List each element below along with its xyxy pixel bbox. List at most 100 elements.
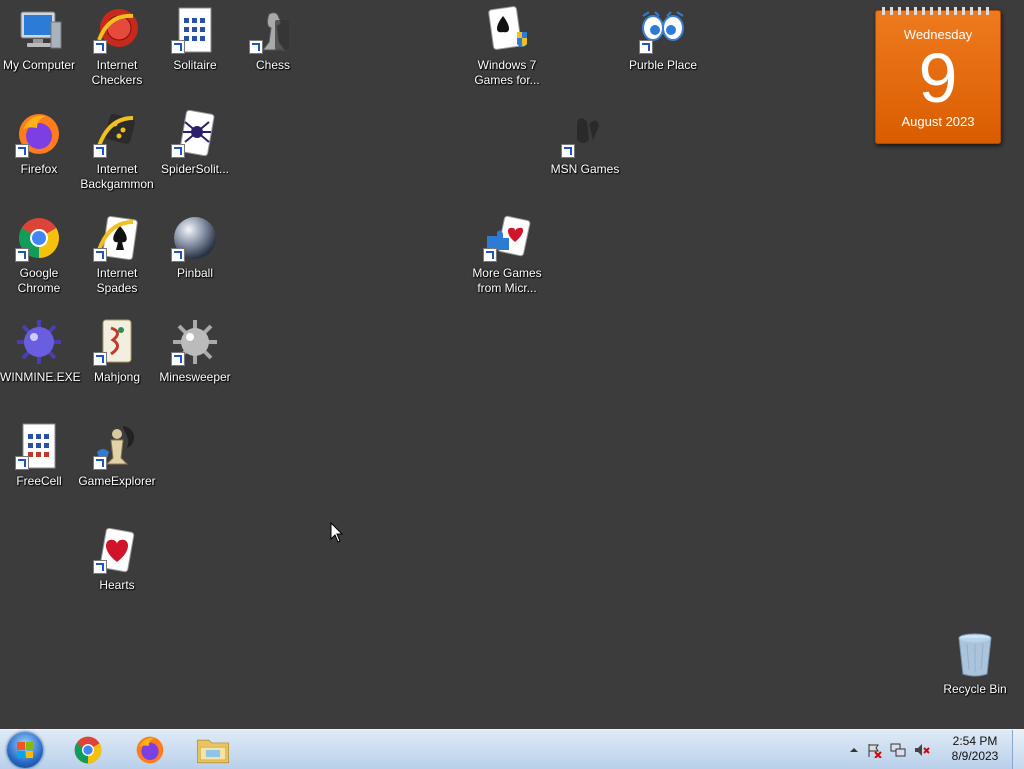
shortcut-arrow-icon	[171, 144, 185, 158]
taskbar: 2:54 PM 8/9/2023	[0, 729, 1024, 769]
shortcut-arrow-icon	[93, 248, 107, 262]
taskbar-pin-firefox[interactable]	[122, 732, 178, 768]
volume-muted-icon[interactable]	[914, 742, 930, 758]
taskbar-pin-file-explorer[interactable]	[184, 732, 240, 768]
icon-label: Minesweeper	[159, 370, 231, 384]
desktop-icon-my-computer[interactable]: My Computer	[0, 0, 78, 73]
checkers-icon	[93, 6, 141, 54]
mine-icon	[15, 318, 63, 366]
recycle-bin-icon	[951, 630, 999, 678]
desktop-icon-purble-place[interactable]: Purble Place	[624, 0, 702, 73]
shortcut-arrow-icon	[93, 144, 107, 158]
windows-logo-icon	[17, 742, 33, 758]
freecell-icon	[15, 422, 63, 470]
network-icon[interactable]	[890, 742, 906, 758]
icon-label: Hearts	[99, 578, 135, 592]
shortcut-arrow-icon	[15, 248, 29, 262]
icon-label: Internet Checkers	[91, 58, 143, 87]
shortcut-arrow-icon	[171, 40, 185, 54]
game-explorer-icon	[93, 422, 141, 470]
mahjong-icon	[93, 318, 141, 366]
pinball-icon	[171, 214, 219, 262]
calendar-gadget[interactable]: Wednesday 9 August 2023	[875, 7, 1001, 144]
icon-label: WINMINE.EXE	[0, 370, 81, 384]
icon-label: Firefox	[20, 162, 58, 176]
chrome-icon	[74, 736, 102, 764]
shortcut-arrow-icon	[171, 352, 185, 366]
desktop-icon-winmine[interactable]: WINMINE.EXE	[0, 312, 81, 385]
icon-label: Internet Backgammon	[80, 162, 154, 191]
shortcut-arrow-icon	[249, 40, 263, 54]
backgammon-icon	[93, 110, 141, 158]
desktop-icon-internet-checkers[interactable]: Internet Checkers	[78, 0, 156, 88]
spades-icon	[93, 214, 141, 262]
icon-label: GameExplorer	[78, 474, 156, 488]
firefox-icon	[15, 110, 63, 158]
more-games-icon	[483, 214, 531, 262]
firefox-icon	[136, 736, 164, 764]
icon-label: Mahjong	[93, 370, 141, 384]
icon-label: Internet Spades	[96, 266, 138, 295]
desktop-icon-hearts[interactable]: Hearts	[78, 520, 156, 593]
icon-label: More Games from Micr...	[472, 266, 542, 295]
start-button[interactable]	[7, 732, 43, 768]
icon-label: Purble Place	[628, 58, 698, 72]
desktop-icon-more-games[interactable]: More Games from Micr...	[468, 208, 546, 296]
icon-label: Solitaire	[173, 58, 217, 72]
spider-solitaire-icon	[171, 109, 219, 158]
clock-time: 2:54 PM	[952, 734, 998, 748]
desktop-icon-msn-games[interactable]: MSN Games	[546, 104, 624, 177]
shortcut-arrow-icon	[171, 248, 185, 262]
computer-icon	[15, 6, 63, 54]
desktop-icon-minesweeper[interactable]: Minesweeper	[156, 312, 234, 385]
desktop-icon-firefox[interactable]: Firefox	[0, 104, 78, 177]
show-hidden-icons-icon[interactable]	[846, 742, 862, 758]
desktop-icon-chess[interactable]: Chess	[234, 0, 312, 73]
taskbar-clock[interactable]: 2:54 PM 8/9/2023	[942, 734, 1008, 764]
calendar-rings	[882, 7, 994, 15]
minesweeper-icon	[171, 318, 219, 366]
purble-place-icon	[639, 6, 687, 54]
file-explorer-icon	[197, 739, 229, 764]
mouse-cursor-icon	[330, 522, 344, 543]
desktop[interactable]: My Computer Firefox Google Chrome WINMIN…	[0, 0, 1024, 729]
shortcut-arrow-icon	[93, 352, 107, 366]
shortcut-arrow-icon	[15, 456, 29, 470]
desktop-icon-freecell[interactable]: FreeCell	[0, 416, 78, 489]
icon-label: Google Chrome	[17, 266, 61, 295]
shortcut-arrow-icon	[483, 248, 497, 262]
show-desktop-button[interactable]	[1012, 730, 1024, 769]
msn-games-icon	[561, 110, 609, 158]
icon-label: SpiderSolit...	[160, 162, 230, 176]
shortcut-arrow-icon	[93, 40, 107, 54]
taskbar-pin-chrome[interactable]	[60, 732, 116, 768]
desktop-icon-solitaire[interactable]: Solitaire	[156, 0, 234, 73]
clock-date: 8/9/2023	[951, 749, 999, 763]
chess-icon	[249, 6, 297, 54]
shortcut-arrow-icon	[639, 40, 653, 54]
solitaire-icon	[171, 6, 219, 54]
action-center-flag-icon[interactable]	[866, 742, 882, 758]
icon-label: My Computer	[2, 58, 76, 72]
shortcut-arrow-icon	[93, 456, 107, 470]
icon-label: Windows 7 Games for...	[474, 58, 540, 87]
icon-label: Chess	[255, 58, 290, 72]
desktop-icon-windows7-games[interactable]: Windows 7 Games for...	[468, 0, 546, 88]
desktop-icon-recycle-bin[interactable]: Recycle Bin	[936, 624, 1014, 697]
chrome-icon	[15, 214, 63, 262]
shortcut-arrow-icon	[93, 560, 107, 574]
icon-label: Recycle Bin	[943, 682, 1007, 696]
desktop-icon-mahjong[interactable]: Mahjong	[78, 312, 156, 385]
desktop-icon-game-explorer[interactable]: GameExplorer	[78, 416, 156, 489]
desktop-icon-spider-solitaire[interactable]: SpiderSolit...	[156, 104, 234, 177]
desktop-icon-internet-spades[interactable]: Internet Spades	[78, 208, 156, 296]
calendar-month-year: August 2023	[901, 114, 975, 129]
desktop-icon-internet-backgammon[interactable]: Internet Backgammon	[78, 104, 156, 192]
shortcut-arrow-icon	[561, 144, 575, 158]
desktop-icon-google-chrome[interactable]: Google Chrome	[0, 208, 78, 296]
hearts-icon	[93, 526, 141, 574]
icon-label: Pinball	[176, 266, 214, 280]
shortcut-arrow-icon	[15, 144, 29, 158]
desktop-icon-pinball[interactable]: Pinball	[156, 208, 234, 281]
icon-label: FreeCell	[16, 474, 62, 488]
